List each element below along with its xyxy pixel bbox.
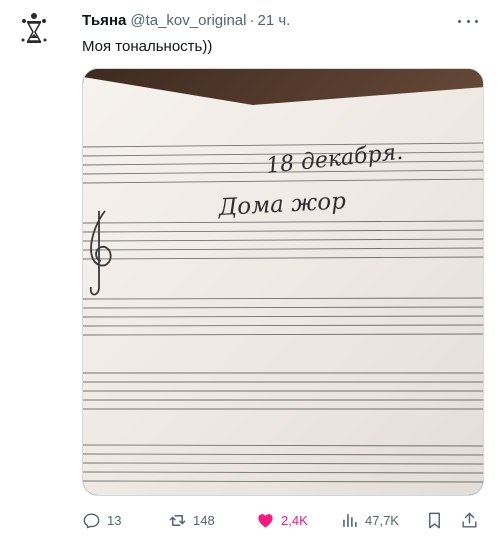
more-dot bbox=[466, 19, 470, 23]
reply-icon bbox=[83, 512, 100, 528]
reply-button[interactable]: 13 bbox=[82, 508, 121, 532]
heart-filled-icon bbox=[258, 513, 273, 528]
tweet-timestamp[interactable]: 21 ч. bbox=[257, 12, 290, 29]
more-dot bbox=[458, 19, 461, 23]
views-button[interactable]: 47,7K bbox=[340, 508, 399, 532]
tweet-actions: 13 148 2,4K 47,7K bbox=[82, 508, 484, 532]
share-button[interactable] bbox=[460, 508, 479, 532]
avatar[interactable] bbox=[14, 10, 54, 50]
separator-dot: · bbox=[249, 11, 255, 29]
reply-count: 13 bbox=[107, 512, 122, 528]
music-sheet-photo: 18 декабря. Дома жор bbox=[83, 69, 483, 495]
author-handle[interactable]: @ta_kov_original bbox=[130, 12, 246, 29]
like-button[interactable]: 2,4K bbox=[256, 508, 308, 532]
paper-sheet bbox=[83, 77, 483, 495]
bookmark-button[interactable] bbox=[425, 508, 444, 532]
tweet-photo[interactable]: 18 декабря. Дома жор bbox=[82, 68, 484, 496]
tweet-header: Тьяна @ta_kov_original · 21 ч. bbox=[82, 10, 290, 30]
views-count: 47,7K bbox=[365, 512, 399, 528]
hourglass-avatar-icon bbox=[14, 10, 54, 50]
views-chart-icon bbox=[343, 513, 357, 527]
like-count: 2,4K bbox=[281, 512, 308, 528]
more-dot bbox=[475, 19, 478, 23]
retweet-count: 148 bbox=[193, 512, 215, 528]
more-options-button[interactable] bbox=[458, 14, 478, 28]
retweet-button[interactable]: 148 bbox=[168, 508, 215, 532]
share-icon bbox=[462, 512, 477, 528]
tweet-text: Моя тональность)) bbox=[82, 38, 213, 55]
retweet-icon bbox=[169, 514, 186, 526]
bookmark-icon bbox=[429, 512, 440, 528]
tweet-card: Тьяна @ta_kov_original · 21 ч. Моя тонал… bbox=[0, 0, 500, 541]
author-name[interactable]: Тьяна bbox=[82, 12, 126, 29]
